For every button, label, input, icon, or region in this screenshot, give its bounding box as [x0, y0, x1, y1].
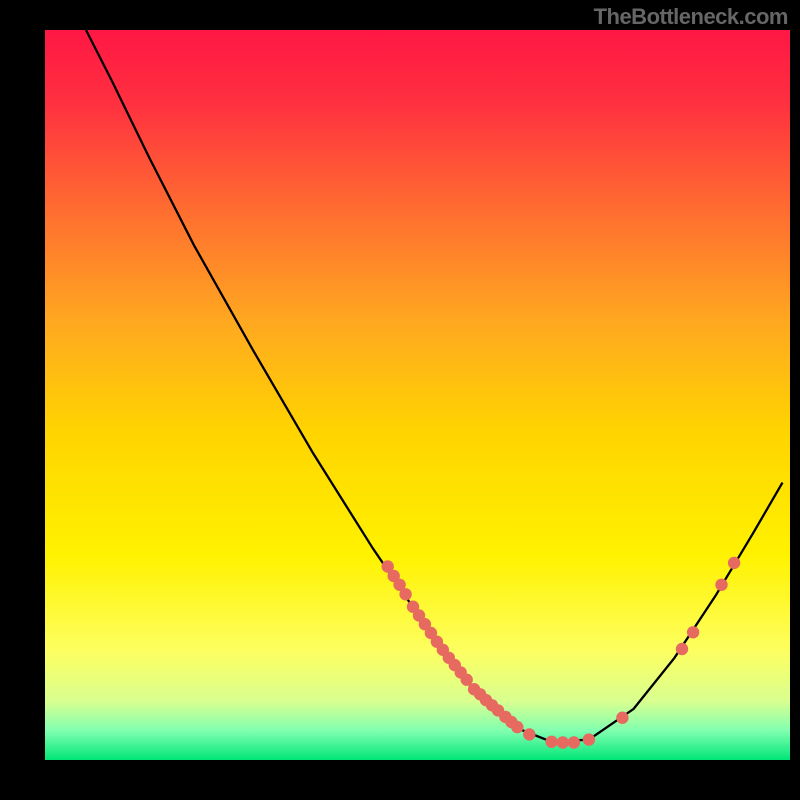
chart-container: { "attribution": "TheBottleneck.com", "c…	[0, 0, 800, 800]
attribution-label: TheBottleneck.com	[594, 4, 788, 30]
bottleneck-chart	[0, 0, 800, 800]
